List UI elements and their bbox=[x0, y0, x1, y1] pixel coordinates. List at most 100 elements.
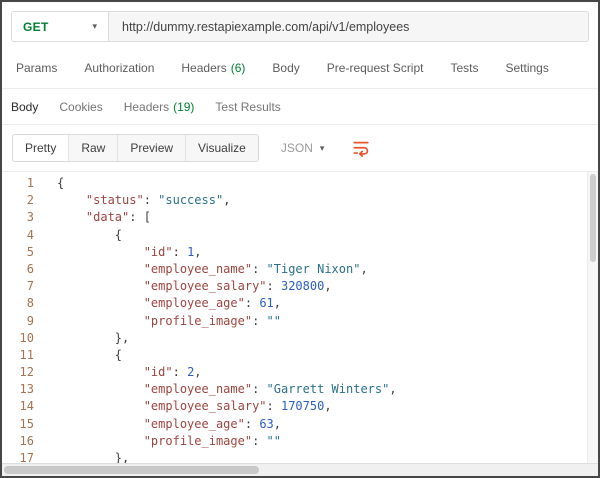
horizontal-scrollbar[interactable] bbox=[2, 463, 598, 476]
code-line-text: "id": 2, bbox=[57, 364, 202, 381]
tab-label: Authorization bbox=[84, 61, 154, 75]
tab-label: Body bbox=[11, 100, 38, 114]
line-number: 2 bbox=[2, 192, 48, 209]
tab-label: Test Results bbox=[215, 100, 280, 114]
line-number: 12 bbox=[2, 364, 48, 381]
request-tab-params[interactable]: Params bbox=[16, 61, 57, 75]
line-number: 7 bbox=[2, 278, 48, 295]
wrap-text-icon bbox=[352, 139, 370, 157]
line-number: 17 bbox=[2, 450, 48, 463]
tab-count: (19) bbox=[173, 100, 194, 114]
request-row: GET ▾ http://dummy.restapiexample.com/ap… bbox=[11, 11, 589, 42]
response-tab-cookies[interactable]: Cookies bbox=[59, 100, 102, 114]
line-number: 10 bbox=[2, 330, 48, 347]
http-method-label: GET bbox=[23, 20, 49, 34]
code-line-text: "employee_salary": 170750, bbox=[57, 398, 332, 415]
code-line-text: "profile_image": "" bbox=[57, 433, 281, 450]
request-tab-body[interactable]: Body bbox=[272, 61, 299, 75]
line-number: 9 bbox=[2, 313, 48, 330]
response-tab-headers[interactable]: Headers (19) bbox=[124, 100, 195, 114]
code-line-text: "employee_age": 63, bbox=[57, 416, 281, 433]
code-line-text: "employee_salary": 320800, bbox=[57, 278, 332, 295]
view-mode-pretty[interactable]: Pretty bbox=[13, 135, 69, 161]
code-line: 1{ bbox=[2, 175, 598, 192]
response-tab-body[interactable]: Body bbox=[11, 100, 38, 114]
tab-label: Body bbox=[272, 61, 299, 75]
request-tab-headers[interactable]: Headers (6) bbox=[181, 61, 245, 75]
code-line-text: }, bbox=[57, 330, 129, 347]
code-area: 1{2 "status": "success",3 "data": [4 {5 … bbox=[2, 175, 598, 463]
code-line: 10 }, bbox=[2, 330, 598, 347]
request-tab-settings[interactable]: Settings bbox=[506, 61, 549, 75]
language-select-label: JSON bbox=[281, 141, 313, 155]
request-tab-pre-request-script[interactable]: Pre-request Script bbox=[327, 61, 424, 75]
code-line: 16 "profile_image": "" bbox=[2, 433, 598, 450]
code-line-text: }, bbox=[57, 450, 129, 463]
code-line-text: "status": "success", bbox=[57, 192, 230, 209]
code-line: 7 "employee_salary": 320800, bbox=[2, 278, 598, 295]
tab-label: Settings bbox=[506, 61, 549, 75]
code-line: 9 "profile_image": "" bbox=[2, 313, 598, 330]
tab-label: Headers bbox=[124, 100, 169, 114]
code-line-text: "employee_age": 61, bbox=[57, 295, 281, 312]
code-line: 13 "employee_name": "Garrett Winters", bbox=[2, 381, 598, 398]
code-line-text: { bbox=[57, 227, 122, 244]
code-line: 17 }, bbox=[2, 450, 598, 463]
view-mode-preview[interactable]: Preview bbox=[118, 135, 186, 161]
url-input[interactable]: http://dummy.restapiexample.com/api/v1/e… bbox=[109, 12, 588, 41]
tab-label: Cookies bbox=[59, 100, 102, 114]
response-view-toolbar: PrettyRawPreviewVisualize JSON ▾ bbox=[2, 125, 598, 171]
code-line-text: { bbox=[57, 347, 122, 364]
chevron-down-icon: ▾ bbox=[320, 144, 325, 153]
line-number: 3 bbox=[2, 209, 48, 226]
request-tab-authorization[interactable]: Authorization bbox=[84, 61, 154, 75]
code-line-text: "profile_image": "" bbox=[57, 313, 281, 330]
tab-count: (6) bbox=[231, 61, 246, 75]
code-line: 4 { bbox=[2, 227, 598, 244]
code-line-text: "data": [ bbox=[57, 209, 151, 226]
code-line: 11 { bbox=[2, 347, 598, 364]
language-select[interactable]: JSON ▾ bbox=[273, 135, 333, 161]
horizontal-scrollbar-thumb[interactable] bbox=[4, 466, 259, 474]
line-number: 11 bbox=[2, 347, 48, 364]
code-line: 5 "id": 1, bbox=[2, 244, 598, 261]
view-mode-raw[interactable]: Raw bbox=[69, 135, 118, 161]
response-tabs: Body Cookies Headers (19) Test Results bbox=[2, 89, 598, 125]
code-line-text: "id": 1, bbox=[57, 244, 202, 261]
line-number: 13 bbox=[2, 381, 48, 398]
code-line: 2 "status": "success", bbox=[2, 192, 598, 209]
view-mode-visualize[interactable]: Visualize bbox=[186, 135, 258, 161]
chevron-down-icon: ▾ bbox=[92, 22, 97, 31]
code-line: 3 "data": [ bbox=[2, 209, 598, 226]
http-method-select[interactable]: GET ▾ bbox=[12, 12, 109, 41]
response-tab-test-results[interactable]: Test Results bbox=[215, 100, 280, 114]
code-line-text: "employee_name": "Tiger Nixon", bbox=[57, 261, 368, 278]
code-line-text: "employee_name": "Garrett Winters", bbox=[57, 381, 397, 398]
line-number: 8 bbox=[2, 295, 48, 312]
code-line: 14 "employee_salary": 170750, bbox=[2, 398, 598, 415]
vertical-scrollbar-thumb[interactable] bbox=[590, 174, 596, 262]
line-number: 14 bbox=[2, 398, 48, 415]
line-number: 16 bbox=[2, 433, 48, 450]
wrap-text-button[interactable] bbox=[350, 137, 372, 159]
line-number: 15 bbox=[2, 416, 48, 433]
tab-label: Headers bbox=[181, 61, 226, 75]
request-tab-tests[interactable]: Tests bbox=[450, 61, 478, 75]
tab-label: Pre-request Script bbox=[327, 61, 424, 75]
line-number: 1 bbox=[2, 175, 48, 192]
request-bar: GET ▾ http://dummy.restapiexample.com/ap… bbox=[2, 2, 598, 47]
code-line: 15 "employee_age": 63, bbox=[2, 416, 598, 433]
code-line: 8 "employee_age": 61, bbox=[2, 295, 598, 312]
response-view-modes: PrettyRawPreviewVisualize bbox=[12, 134, 259, 162]
tab-label: Tests bbox=[450, 61, 478, 75]
code-line: 6 "employee_name": "Tiger Nixon", bbox=[2, 261, 598, 278]
api-client-window: GET ▾ http://dummy.restapiexample.com/ap… bbox=[0, 0, 600, 478]
code-line: 12 "id": 2, bbox=[2, 364, 598, 381]
vertical-scrollbar[interactable] bbox=[587, 172, 598, 463]
code-line-text: { bbox=[57, 175, 64, 192]
tab-label: Params bbox=[16, 61, 57, 75]
line-number: 5 bbox=[2, 244, 48, 261]
line-number: 4 bbox=[2, 227, 48, 244]
line-number: 6 bbox=[2, 261, 48, 278]
response-body-editor[interactable]: 1{2 "status": "success",3 "data": [4 {5 … bbox=[2, 171, 598, 463]
